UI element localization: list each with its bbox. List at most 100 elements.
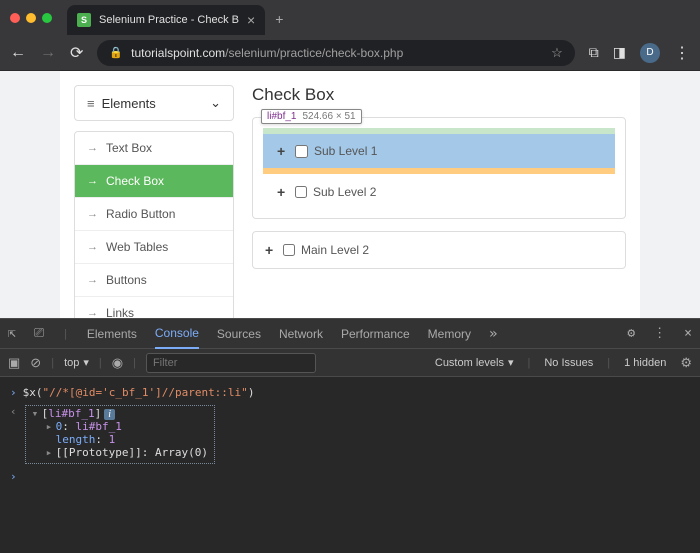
tree-row-mainlevel-2[interactable]: + Main Level 2 <box>265 242 613 258</box>
browser-tab[interactable]: S Selenium Practice - Check B × <box>67 5 265 35</box>
console-sidebar-icon[interactable]: ▣ <box>8 355 20 371</box>
triangle-icon[interactable]: ▸ <box>46 420 56 433</box>
devtools-close-icon[interactable]: × <box>684 326 692 341</box>
console-output: › $x("//*[@id='c_bf_1']//parent::li") ‹ … <box>0 377 700 492</box>
console-toolbar: ▣ ⊘ | top ▾ | ◉ | Custom levels ▾ | No I… <box>0 349 700 377</box>
hamburger-icon: ≡ <box>87 96 96 111</box>
chevron-down-icon: ▾ <box>83 356 89 369</box>
favicon-icon: S <box>77 13 91 27</box>
tab-performance[interactable]: Performance <box>341 320 410 348</box>
chevron-down-icon: ▾ <box>508 356 514 369</box>
address-bar[interactable]: 🔒 tutorialspoint.com/selenium/practice/c… <box>97 40 574 66</box>
window-controls <box>10 13 52 23</box>
issues-badge[interactable]: No Issues <box>544 357 593 369</box>
back-button[interactable]: ← <box>10 44 26 62</box>
clear-console-icon[interactable]: ⊘ <box>30 355 41 371</box>
console-prompt[interactable]: › <box>10 467 690 486</box>
arrow-right-icon: → <box>87 274 98 286</box>
url-path: /selenium/practice/check-box.php <box>225 46 403 60</box>
tab-title: Selenium Practice - Check B <box>99 14 239 26</box>
tab-console[interactable]: Console <box>155 319 199 349</box>
sidebar-item-radio-button[interactable]: →Radio Button <box>75 198 233 231</box>
inspect-tooltip: li#bf_1 524.66 × 51 <box>261 109 362 124</box>
maximize-window-button[interactable] <box>42 13 52 23</box>
checkbox-sublevel-2[interactable] <box>295 186 307 198</box>
lock-icon: 🔒 <box>109 46 123 59</box>
tree-label: Sub Level 1 <box>314 144 377 158</box>
tree-row-sublevel-1[interactable]: + Sub Level 1 <box>263 128 615 174</box>
device-toolbar-icon[interactable]: ⎚ <box>34 326 44 341</box>
log-levels-dropdown[interactable]: Custom levels ▾ <box>435 356 514 369</box>
expand-icon[interactable]: + <box>277 184 289 200</box>
tree-box-2: + Main Level 2 <box>252 231 626 269</box>
prompt-icon: › <box>10 470 17 483</box>
tree-row-sublevel-2[interactable]: + Sub Level 2 <box>263 176 615 208</box>
sidebar-item-label: Text Box <box>106 141 152 155</box>
page-title: Check Box <box>252 85 626 105</box>
tree-label: Sub Level 2 <box>313 185 376 199</box>
devtools: ⇱ ⎚ | Elements Console Sources Network P… <box>0 318 700 553</box>
bookmark-star-icon[interactable]: ☆ <box>551 45 563 61</box>
inspect-selector: li#bf_1 <box>267 111 296 122</box>
console-input-line: › $x("//*[@id='c_bf_1']//parent::li") <box>10 383 690 402</box>
triangle-icon[interactable]: ▸ <box>46 446 56 459</box>
eye-icon[interactable]: ◉ <box>112 355 123 371</box>
browser-menu-button[interactable]: ⋮ <box>674 43 690 63</box>
sidebar-item-check-box[interactable]: → Check Box <box>75 165 233 198</box>
close-window-button[interactable] <box>10 13 20 23</box>
new-tab-button[interactable]: + <box>275 11 283 27</box>
inspect-element-icon[interactable]: ⇱ <box>8 326 16 341</box>
sidebar-header-label: Elements <box>102 96 156 111</box>
tree-label: Main Level 2 <box>301 243 369 257</box>
reload-button[interactable]: ⟳ <box>70 43 83 63</box>
settings-gear-icon[interactable]: ⚙ <box>627 326 635 341</box>
sidebar-item-label: Links <box>106 306 134 318</box>
console-settings-gear-icon[interactable]: ⚙ <box>680 355 692 371</box>
profile-avatar[interactable]: D <box>640 43 660 63</box>
forward-button[interactable]: → <box>40 44 56 62</box>
arrow-right-icon: → <box>87 307 98 318</box>
devtools-menu-icon[interactable]: ⋮ <box>653 326 666 341</box>
expand-icon[interactable]: + <box>277 143 289 159</box>
checkbox-mainlevel-2[interactable] <box>283 244 295 256</box>
sidepanel-icon[interactable]: ◨ <box>613 44 626 61</box>
sidebar-header[interactable]: ≡ Elements ⌄ <box>74 85 234 121</box>
arrow-right-icon: → <box>87 241 98 253</box>
url-domain: tutorialspoint.com <box>131 46 225 60</box>
prompt-icon: › <box>10 386 17 399</box>
console-filter-input[interactable] <box>146 353 316 373</box>
minimize-window-button[interactable] <box>26 13 36 23</box>
more-tabs-icon[interactable]: » <box>489 326 497 342</box>
chevron-down-icon: ⌄ <box>210 95 221 111</box>
tab-sources[interactable]: Sources <box>217 320 261 348</box>
devtools-tabbar: ⇱ ⎚ | Elements Console Sources Network P… <box>0 319 700 349</box>
triangle-icon[interactable]: ▾ <box>32 407 42 420</box>
sidebar-item-web-tables[interactable]: → Web Tables <box>75 231 233 264</box>
sidebar-item-links[interactable]: → Links <box>75 297 233 318</box>
arrow-right-icon: → <box>87 142 98 154</box>
sidebar-item-label: Buttons <box>106 273 147 287</box>
page-content: ≡Elements ⌄ →Text Box →Check Box →Radio … <box>60 71 640 318</box>
extensions-icon[interactable]: ⧉ <box>589 44 599 61</box>
titlebar: S Selenium Practice - Check B × + <box>0 0 700 35</box>
sidebar-item-label: Check Box <box>106 174 164 188</box>
tab-elements[interactable]: Elements <box>87 320 137 348</box>
sidebar-item-text-box[interactable]: → Text Box <box>75 132 233 165</box>
sidebar-item-buttons[interactable]: → Buttons <box>75 264 233 297</box>
arrow-right-icon: → <box>87 175 98 187</box>
hidden-count[interactable]: 1 hidden <box>624 357 666 369</box>
sidebar-item-label: Radio Button <box>106 207 175 221</box>
execution-context[interactable]: top ▾ <box>64 356 89 369</box>
sidebar-list: →Text Box →Check Box →Radio Button →Web … <box>74 131 234 318</box>
tab-network[interactable]: Network <box>279 320 323 348</box>
tab-memory[interactable]: Memory <box>428 320 471 348</box>
expand-icon[interactable]: + <box>265 242 277 258</box>
sidebar-item-label: Web Tables <box>106 240 168 254</box>
result-object[interactable]: ▾[li#bf_1]i ▸0: li#bf_1 length: 1 ▸[[Pro… <box>25 405 215 464</box>
info-badge-icon[interactable]: i <box>104 409 115 420</box>
checkbox-sublevel-1[interactable] <box>295 145 308 158</box>
page-viewport: ≡Elements ⌄ →Text Box →Check Box →Radio … <box>0 71 700 318</box>
tree-box-1: li#bf_1 524.66 × 51 + Sub Level 1 + Sub … <box>252 117 626 219</box>
tab-close-icon[interactable]: × <box>247 12 255 28</box>
main-panel: Check Box li#bf_1 524.66 × 51 + Sub Leve… <box>252 85 626 304</box>
